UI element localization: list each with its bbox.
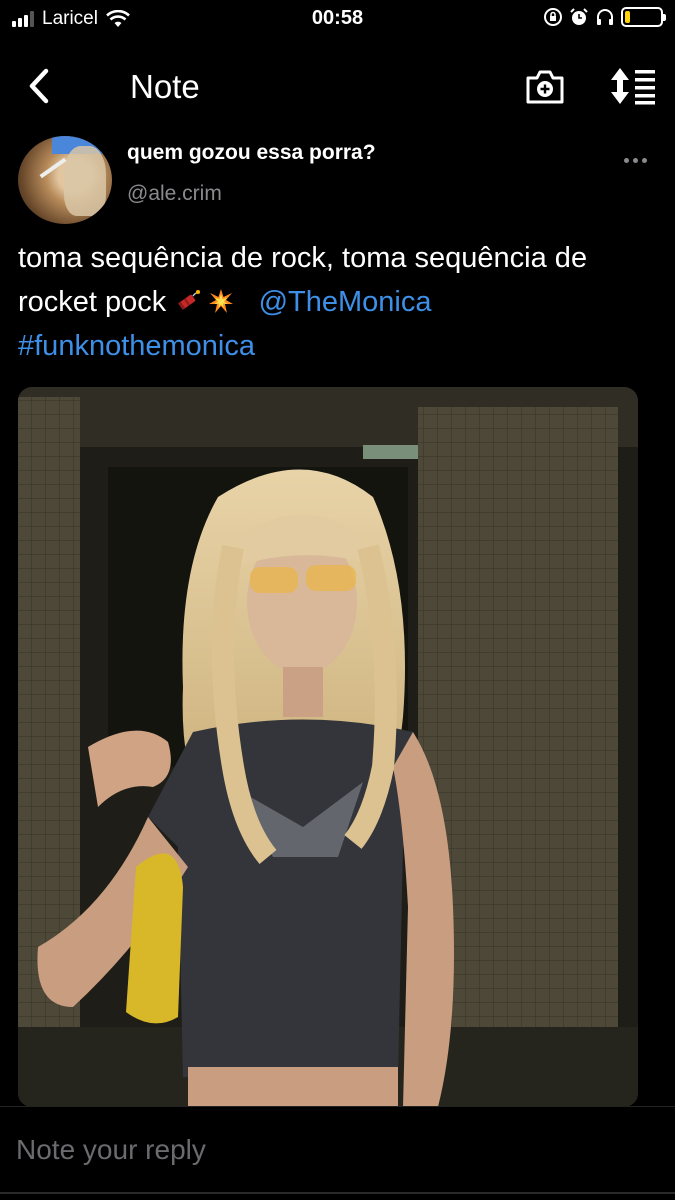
camera-plus-icon[interactable]	[524, 66, 566, 106]
mention-link[interactable]: @TheMonica	[259, 286, 432, 318]
back-chevron-icon[interactable]	[22, 66, 58, 106]
status-bar: Laricel 00:58	[0, 0, 675, 38]
hashtag-link[interactable]: #funknothemonica	[18, 330, 255, 362]
reply-underline	[0, 1192, 675, 1194]
page-title: Note	[130, 68, 200, 105]
photo-illustration	[18, 387, 638, 1107]
alarm-icon	[570, 8, 588, 25]
collision-icon	[209, 289, 234, 313]
battery-level	[625, 11, 631, 23]
reply-input[interactable]	[0, 1110, 675, 1190]
status-right	[543, 7, 666, 27]
sort-icon[interactable]	[608, 66, 658, 106]
user-handle[interactable]: @ale.crim	[127, 182, 222, 206]
post-body: toma sequência de rock, toma sequência d…	[18, 236, 658, 368]
reply-divider	[0, 1106, 675, 1107]
avatar[interactable]	[18, 136, 112, 224]
display-name[interactable]: quem gozou essa porra?	[127, 141, 376, 165]
battery-icon	[621, 7, 666, 27]
orientation-lock-icon	[544, 8, 562, 26]
post-image[interactable]	[18, 387, 638, 1107]
headphones-icon	[597, 9, 613, 25]
more-options-icon[interactable]	[624, 158, 647, 163]
nav-bar: Note	[0, 48, 675, 126]
firecracker-icon	[178, 290, 201, 310]
